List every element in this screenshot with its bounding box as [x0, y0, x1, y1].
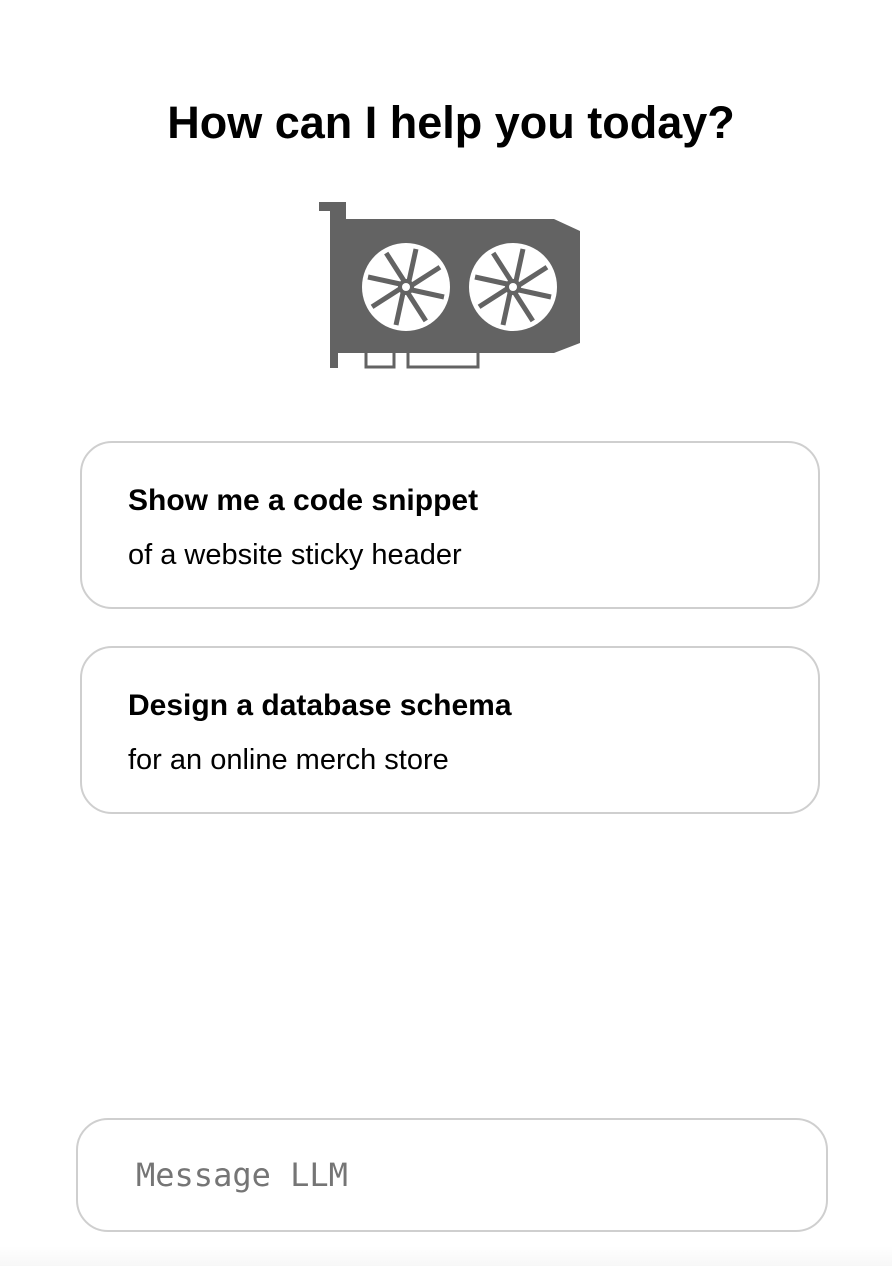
message-composer — [76, 1118, 828, 1232]
suggestion-subtitle: for an online merch store — [128, 744, 449, 776]
graphics-card-icon — [319, 202, 580, 369]
suggestion-title: Design a database schema — [128, 689, 512, 722]
bottom-fade — [0, 1246, 892, 1266]
message-input[interactable] — [136, 1150, 786, 1200]
suggestion-subtitle: of a website sticky header — [128, 539, 462, 571]
suggestion-card-code-snippet[interactable]: Show me a code snippet of a website stic… — [80, 441, 820, 609]
suggestion-card-database-schema[interactable]: Design a database schema for an online m… — [80, 646, 820, 814]
suggestion-title: Show me a code snippet — [128, 484, 479, 517]
page-title: How can I help you today? — [167, 97, 735, 148]
